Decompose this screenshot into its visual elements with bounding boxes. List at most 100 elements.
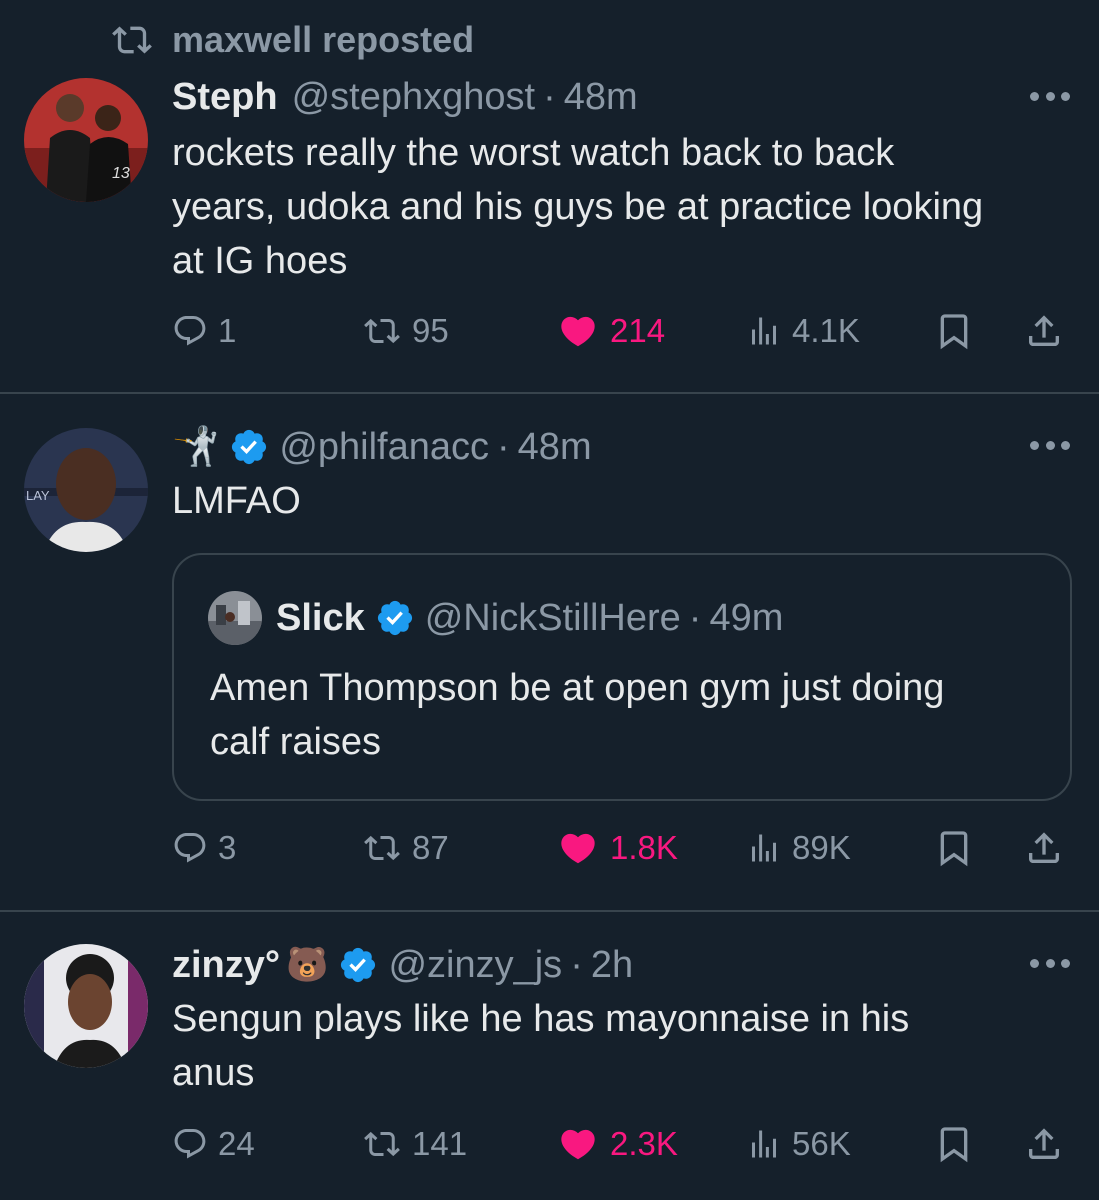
reply-button[interactable]: 24 [172,1125,255,1163]
author-name[interactable]: zinzy° [172,944,280,987]
more-icon[interactable] [1030,441,1070,453]
author-handle[interactable]: @stephxghost [292,76,536,119]
author-name-emoji: 🐻 [286,946,329,984]
views-icon [752,317,776,345]
timestamp[interactable]: 48m [564,76,638,119]
reply-button[interactable]: 3 [172,829,236,867]
like-count: 214 [610,312,666,349]
verified-badge-icon [232,429,267,465]
like-icon [561,316,595,347]
reply-count: 24 [218,1125,255,1162]
divider [0,910,1099,912]
bookmark-icon [940,314,968,350]
repost-button[interactable]: 87 [362,829,449,867]
tweet-header: zinzy° 🐻 @zinzy_js · 2h [172,940,633,990]
views-count: 56K [792,1125,851,1162]
timestamp[interactable]: 2h [591,944,633,987]
views-icon [752,834,776,862]
views-count: 89K [792,829,851,866]
quote-text: Amen Thompson be at open gym just doing … [210,661,1050,769]
separator-dot: · [570,943,583,986]
author-handle[interactable]: @philfanacc [279,426,489,469]
separator-dot: · [497,425,510,468]
tweet-text-line: LMFAO [172,480,301,522]
repost-count: 87 [412,829,449,866]
share-icon [1029,315,1059,346]
tweet-text-line: rockets really the worst watch back to b… [172,132,895,174]
tweet-header: Steph @stephxghost · 48m [172,72,638,122]
share-button[interactable] [1024,1124,1064,1164]
separator-dot: · [688,596,702,639]
views-count: 4.1K [792,312,860,349]
quote-avatar [208,591,262,645]
timestamp[interactable]: 48m [518,426,592,469]
tweet-text-line: years, udoka and his guys be at practice… [172,186,984,228]
views-icon [752,1130,776,1158]
author-name-emoji[interactable]: 🤺 [172,425,219,469]
repost-button[interactable]: 95 [362,312,449,350]
avatar[interactable]: LAY [24,428,148,552]
avatar-image: 13 [24,78,148,202]
like-button[interactable]: 2.3K [556,1124,678,1164]
quote-text-line: Amen Thompson be at open gym just doing [210,667,945,709]
like-count: 1.8K [610,829,678,866]
reply-icon [174,1129,206,1159]
quote-author-name: Slick [276,596,365,639]
reply-button[interactable]: 1 [172,312,236,350]
action-bar: 3 87 1.8K 89K [172,818,1072,878]
svg-text:13: 13 [112,165,130,182]
repost-count: 95 [412,312,449,349]
like-icon [561,833,595,864]
share-button[interactable] [1024,828,1064,868]
quote-header: Slick @NickStillHere · 49m [276,593,783,643]
views-button[interactable]: 4.1K [746,312,860,350]
tweet-header: 🤺 @philfanacc · 48m [172,422,592,472]
bookmark-button[interactable] [934,828,974,868]
like-icon [561,1129,595,1160]
like-count: 2.3K [610,1125,678,1162]
tweet-text-line: anus [172,1052,255,1094]
repost-icon [364,1131,400,1157]
quote-timestamp: 49m [709,596,784,639]
quoted-tweet[interactable]: Slick @NickStillHere · 49m Amen Thompson… [172,553,1072,801]
bookmark-icon [940,1127,968,1163]
repost-button[interactable]: 141 [362,1125,467,1163]
action-bar: 24 141 2.3K 56K [172,1114,1072,1174]
avatar-image [24,944,148,1068]
quote-author-handle: @NickStillHere [424,596,681,639]
author-handle[interactable]: @zinzy_js [388,944,562,987]
tweet-text: rockets really the worst watch back to b… [172,126,1072,288]
verified-badge-icon [377,600,412,636]
tweet-text: Sengun plays like he has mayonnaise in h… [172,992,1072,1100]
separator-dot: · [543,75,556,118]
reply-count: 1 [218,312,237,349]
views-button[interactable]: 56K [746,1125,851,1163]
share-button[interactable] [1024,311,1064,351]
bookmark-button[interactable] [934,1124,974,1164]
divider [0,392,1099,394]
avatar[interactable]: 13 [24,78,148,202]
verified-badge-icon [341,947,376,983]
quote-text-line: calf raises [210,721,382,763]
avatar-image: LAY [24,428,148,552]
tweet-text-line: Sengun plays like he has mayonnaise in h… [172,998,910,1040]
like-button[interactable]: 1.8K [556,828,678,868]
author-name[interactable]: Steph [172,76,278,119]
quote-avatar-image [208,591,262,645]
bookmark-button[interactable] [934,311,974,351]
bookmark-icon [940,831,968,867]
reply-icon [174,316,206,346]
repost-count: 141 [412,1125,468,1162]
avatar[interactable] [24,944,148,1068]
reply-count: 3 [218,829,237,866]
svg-text:LAY: LAY [26,488,50,503]
more-icon[interactable] [1030,92,1070,104]
tweet-text: LMFAO [172,474,1072,528]
share-icon [1029,832,1059,863]
views-button[interactable]: 89K [746,829,851,867]
repost-icon [364,835,400,861]
action-bar: 1 95 214 4.1K [172,301,1072,361]
more-icon[interactable] [1030,959,1070,971]
like-button[interactable]: 214 [556,311,665,351]
repost-context[interactable]: maxwell reposted [110,18,474,62]
